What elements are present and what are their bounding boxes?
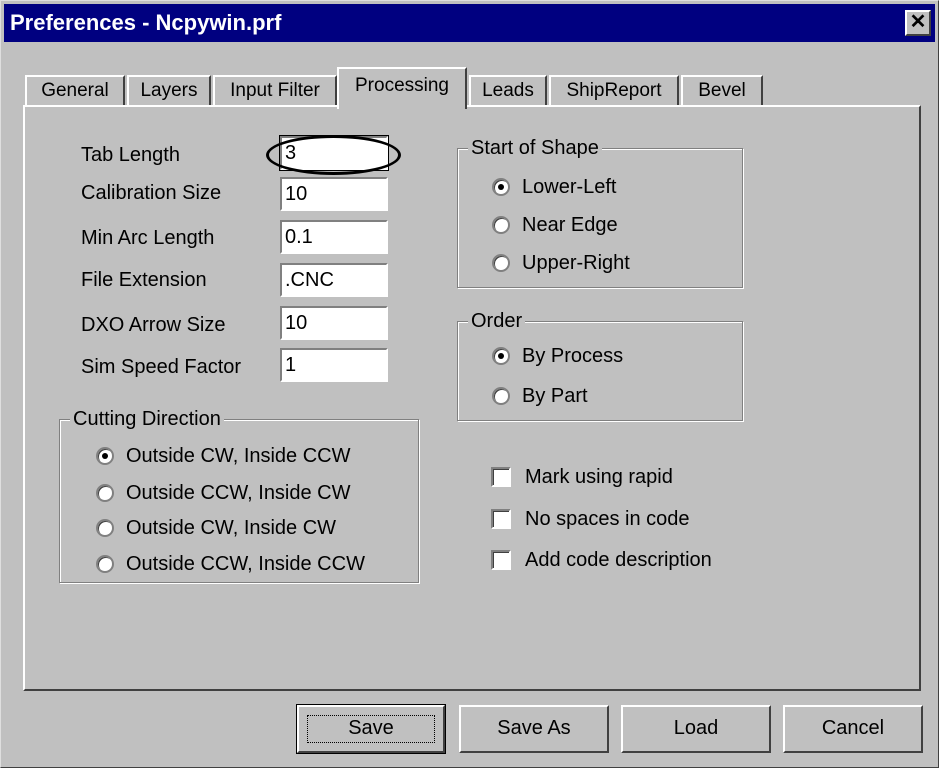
tab-layers[interactable]: Layers — [127, 75, 211, 107]
order-group: Order By Process By Part — [457, 309, 743, 421]
cutting-direction-group: Cutting Direction Outside CW, Inside CCW… — [59, 407, 419, 583]
radio-button[interactable] — [96, 484, 114, 502]
radio-button[interactable] — [492, 254, 510, 272]
checkbox[interactable] — [491, 467, 511, 487]
radio-by-part[interactable]: By Part — [492, 384, 588, 408]
save-button-label: Save — [348, 717, 394, 739]
checkbox-label: No spaces in code — [525, 508, 690, 530]
radio-label: By Part — [522, 385, 588, 407]
radio-upper-right[interactable]: Upper-Right — [492, 251, 630, 275]
file-extension-label: File Extension — [81, 269, 207, 291]
radio-lower-left[interactable]: Lower-Left — [492, 175, 617, 199]
save-as-button[interactable]: Save As — [459, 705, 609, 753]
radio-button[interactable] — [492, 347, 510, 365]
radio-button[interactable] — [96, 555, 114, 573]
cutting-direction-title: Cutting Direction — [70, 407, 224, 431]
tab-bevel[interactable]: Bevel — [681, 75, 763, 107]
add-code-description-checkbox[interactable]: Add code description — [491, 548, 712, 572]
close-icon[interactable]: ✕ — [905, 10, 931, 36]
min-arc-length-input[interactable] — [280, 220, 388, 254]
radio-by-process[interactable]: By Process — [492, 344, 623, 368]
window-title: Preferences - Ncpywin.prf — [10, 10, 282, 35]
radio-label: Outside CW, Inside CCW — [126, 445, 351, 467]
min-arc-length-label: Min Arc Length — [81, 227, 215, 249]
checkbox-label: Add code description — [525, 549, 712, 571]
tab-length-input[interactable] — [280, 136, 388, 170]
radio-button[interactable] — [492, 387, 510, 405]
tab-leads[interactable]: Leads — [469, 75, 547, 107]
sim-speed-factor-label: Sim Speed Factor — [81, 356, 242, 378]
checkbox[interactable] — [491, 550, 511, 570]
calibration-size-label: Calibration Size — [81, 182, 222, 204]
checkbox[interactable] — [491, 509, 511, 529]
tab-shipreport[interactable]: ShipReport — [549, 75, 679, 107]
cancel-button[interactable]: Cancel — [783, 705, 923, 753]
radio-label: Outside CCW, Inside CW — [126, 482, 351, 504]
load-button[interactable]: Load — [621, 705, 771, 753]
file-extension-input[interactable] — [280, 263, 388, 297]
tab-length-label: Tab Length — [81, 144, 180, 166]
dxo-arrow-size-label: DXO Arrow Size — [81, 314, 226, 336]
preferences-dialog: Preferences - Ncpywin.prf ✕ General Laye… — [0, 0, 939, 768]
save-button[interactable]: Save — [296, 704, 446, 754]
calibration-size-input[interactable] — [280, 177, 388, 211]
checkbox-label: Mark using rapid — [525, 466, 673, 488]
radio-label: Outside CW, Inside CW — [126, 517, 337, 539]
radio-label: Near Edge — [522, 214, 618, 236]
radio-label: Lower-Left — [522, 176, 617, 198]
tab-input-filter[interactable]: Input Filter — [213, 75, 337, 107]
radio-outside-cw-inside-ccw[interactable]: Outside CW, Inside CCW — [96, 444, 351, 468]
tab-processing[interactable]: Processing — [337, 67, 467, 109]
dxo-arrow-size-input[interactable] — [280, 306, 388, 340]
radio-outside-cw-inside-cw[interactable]: Outside CW, Inside CW — [96, 516, 336, 540]
no-spaces-in-code-checkbox[interactable]: No spaces in code — [491, 507, 690, 531]
radio-button[interactable] — [96, 519, 114, 537]
start-of-shape-title: Start of Shape — [468, 136, 602, 160]
tab-general[interactable]: General — [25, 75, 125, 107]
radio-outside-ccw-inside-cw[interactable]: Outside CCW, Inside CW — [96, 481, 351, 505]
radio-near-edge[interactable]: Near Edge — [492, 213, 618, 237]
radio-label: Upper-Right — [522, 252, 630, 274]
radio-button[interactable] — [492, 216, 510, 234]
radio-button[interactable] — [96, 447, 114, 465]
sim-speed-factor-input[interactable] — [280, 348, 388, 382]
title-bar[interactable]: Preferences - Ncpywin.prf ✕ — [4, 4, 935, 42]
radio-outside-ccw-inside-ccw[interactable]: Outside CCW, Inside CCW — [96, 552, 365, 576]
radio-button[interactable] — [492, 178, 510, 196]
start-of-shape-group: Start of Shape Lower-Left Near Edge Uppe… — [457, 136, 743, 288]
mark-using-rapid-checkbox[interactable]: Mark using rapid — [491, 465, 673, 489]
order-title: Order — [468, 309, 526, 333]
radio-label: Outside CCW, Inside CCW — [126, 553, 365, 575]
radio-label: By Process — [522, 345, 624, 367]
